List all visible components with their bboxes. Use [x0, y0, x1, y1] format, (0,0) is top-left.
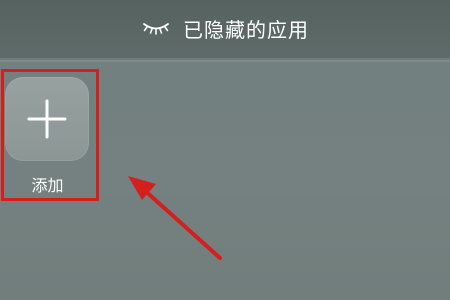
page-title: 已隐藏的应用	[183, 17, 309, 42]
pointer-arrow	[128, 176, 222, 260]
closed-eye-icon	[143, 23, 169, 35]
hidden-apps-screen: 已隐藏的应用 添加	[0, 0, 450, 300]
title-group: 已隐藏的应用	[0, 14, 450, 42]
highlight-box	[1, 69, 99, 201]
header-divider	[0, 60, 450, 62]
